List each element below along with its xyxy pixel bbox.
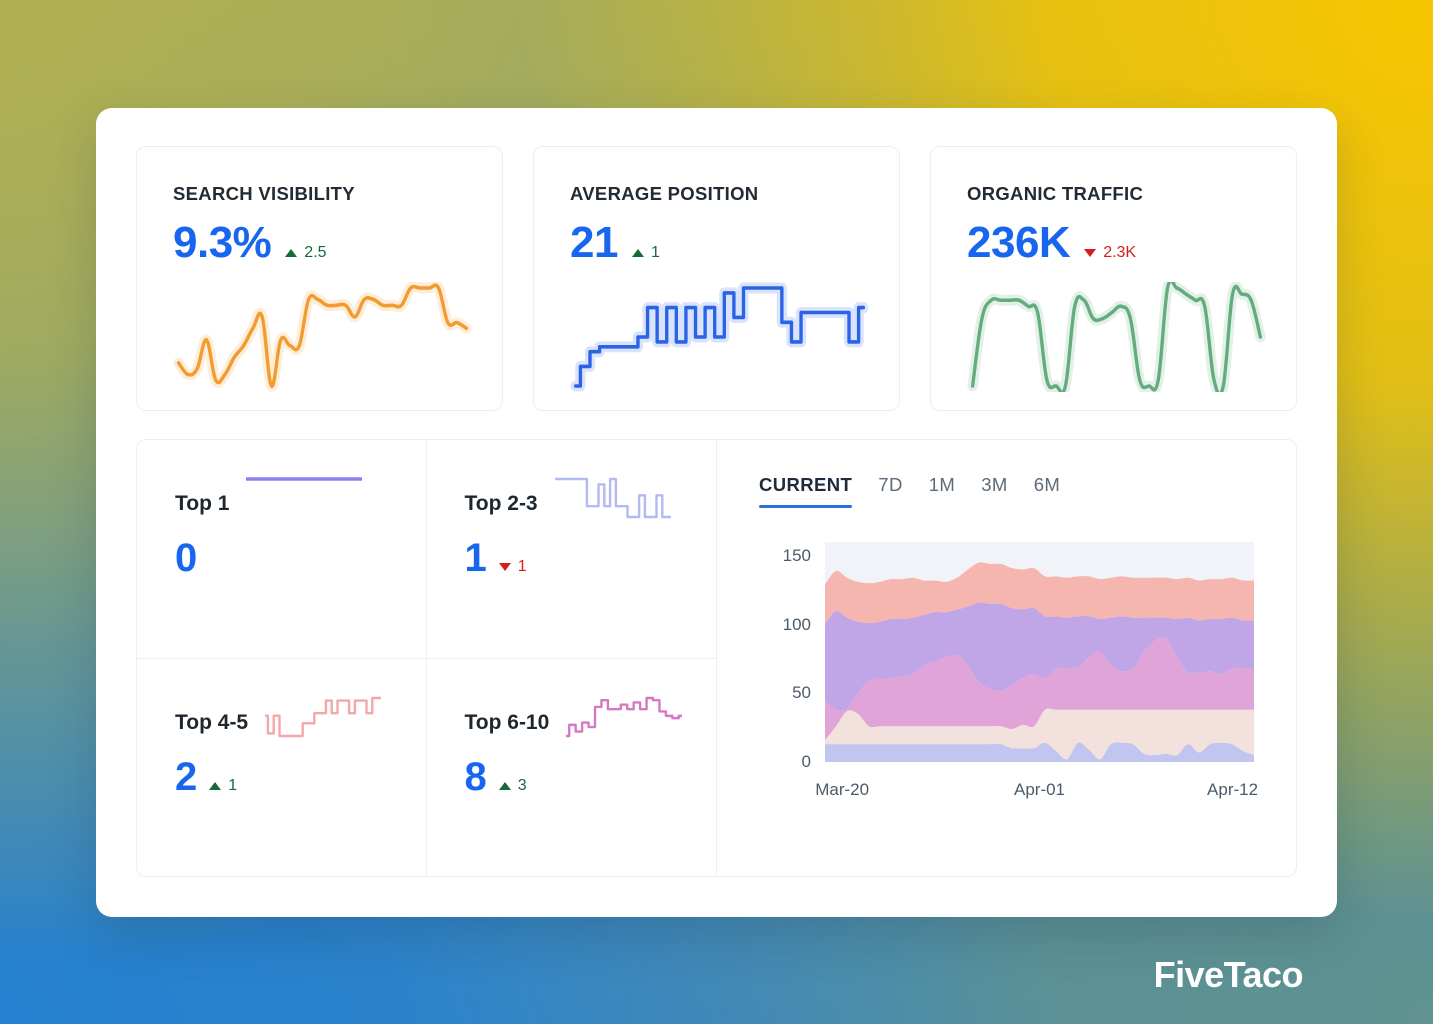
top-1-sparkline	[243, 476, 365, 520]
tab-6m[interactable]: 6M	[1034, 474, 1061, 508]
rank-distribution-grid: Top 1 0 Top 2-3 1 1 Top 4-5 2 1 Top 6-10…	[137, 440, 717, 876]
kpi-value: 9.3%	[173, 218, 272, 267]
rank-cell-top-2-3[interactable]: Top 2-3 1 1	[427, 440, 717, 658]
organic-traffic-sparkline	[967, 282, 1266, 392]
kpi-title: SEARCH VISIBILITY	[173, 183, 355, 204]
rank-delta: 1	[498, 558, 527, 576]
timeframe-tabs: CURRENT 7D 1M 3M 6M	[759, 474, 1254, 508]
y-tick-label: 50	[792, 683, 811, 703]
top-6-10-sparkline	[563, 695, 685, 739]
rank-value: 8	[464, 755, 487, 799]
triangle-down-icon	[498, 563, 511, 571]
y-tick-label: 150	[782, 545, 811, 565]
y-tick-label: 100	[782, 614, 811, 634]
kpi-delta-value: 2.5	[304, 244, 327, 261]
triangle-up-icon	[631, 249, 644, 257]
brand-logo: FiveTaco	[1153, 954, 1304, 995]
rank-header: Top 2-3	[464, 477, 717, 526]
tab-1m[interactable]: 1M	[929, 474, 956, 508]
tab-7d[interactable]: 7D	[878, 474, 902, 508]
rank-cell-top-4-5[interactable]: Top 4-5 2 1	[137, 658, 427, 876]
kpi-title: AVERAGE POSITION	[570, 183, 759, 204]
kpi-value-row: 9.3% 2.5	[173, 221, 466, 265]
kpi-delta-value: 1	[650, 244, 660, 261]
kpi-card-search-visibility[interactable]: SEARCH VISIBILITY 9.3% 2.5	[136, 146, 503, 411]
rank-delta: 3	[498, 777, 527, 795]
rank-delta: 1	[209, 777, 237, 795]
rank-label: Top 2-3	[464, 492, 538, 515]
kpi-value: 21	[570, 218, 618, 267]
y-tick-label: 0	[801, 752, 811, 771]
kpi-delta: 1	[631, 244, 660, 262]
top-4-5-sparkline	[262, 695, 384, 739]
x-axis: Mar-20 Apr-01 Apr-12	[815, 780, 1258, 804]
chart-section: CURRENT 7D 1M 3M 6M 0 50 100 150 Mar-20 Apr-01 Ap…	[717, 440, 1296, 876]
rank-cell-top-6-10[interactable]: Top 6-10 8 3	[426, 658, 717, 876]
x-tick-label: Mar-20	[815, 780, 870, 799]
triangle-up-icon	[285, 249, 298, 257]
kpi-delta-value: 2.3K	[1103, 244, 1137, 261]
triangle-down-icon	[1084, 249, 1097, 257]
rank-delta-value: 1	[517, 558, 527, 575]
stacked-area-chart[interactable]	[825, 542, 1254, 762]
rank-value: 1	[464, 536, 487, 580]
rank-value-row: 2 1	[175, 757, 426, 797]
kpi-value-row: 21 1	[570, 221, 863, 265]
tab-3m[interactable]: 3M	[981, 474, 1008, 508]
rank-value: 2	[175, 755, 198, 799]
rank-delta-value: 1	[228, 777, 238, 794]
rank-label: Top 4-5	[175, 711, 249, 734]
rank-header: Top 4-5	[175, 696, 426, 745]
rank-delta-value: 3	[517, 777, 527, 794]
rank-header: Top 1	[175, 477, 426, 526]
area-series-top-1	[825, 742, 1254, 762]
rank-header: Top 6-10	[464, 696, 717, 745]
kpi-title: ORGANIC TRAFFIC	[967, 183, 1144, 204]
plot-wrapper: 0 50 100 150	[759, 542, 1254, 771]
rank-value-row: 8 3	[465, 757, 717, 797]
x-tick-label: Apr-12	[1207, 780, 1259, 799]
kpi-value-row: 236K 2.3K	[967, 221, 1260, 265]
tab-current[interactable]: CURRENT	[759, 474, 853, 508]
kpi-delta: 2.5	[285, 244, 327, 262]
kpi-card-organic-traffic[interactable]: ORGANIC TRAFFIC 236K 2.3K	[930, 146, 1297, 411]
kpi-value: 236K	[967, 218, 1071, 267]
triangle-up-icon	[498, 782, 511, 790]
kpi-card-average-position[interactable]: AVERAGE POSITION 21 1	[533, 146, 900, 411]
rank-value: 0	[175, 536, 198, 580]
average-position-sparkline	[570, 282, 869, 392]
kpi-delta: 2.3K	[1084, 244, 1136, 262]
rank-label: Top 1	[175, 492, 230, 515]
top-2-3-sparkline	[552, 476, 674, 520]
y-axis: 0 50 100 150	[759, 542, 811, 771]
triangle-up-icon	[209, 782, 222, 790]
rank-label: Top 6-10	[464, 711, 550, 734]
rankings-and-chart-panel: Top 1 0 Top 2-3 1 1 Top 4-5 2 1 Top 6-10…	[136, 439, 1297, 877]
rank-value-row: 1 1	[465, 538, 717, 578]
search-visibility-sparkline	[173, 282, 472, 392]
kpi-row: SEARCH VISIBILITY 9.3% 2.5 AVERAGE POSIT…	[136, 146, 1297, 411]
dashboard-panel: SEARCH VISIBILITY 9.3% 2.5 AVERAGE POSIT…	[96, 108, 1337, 917]
x-tick-label: Apr-01	[1013, 780, 1066, 799]
rank-cell-top-1[interactable]: Top 1 0	[137, 440, 427, 658]
rank-value-row: 0	[175, 538, 426, 578]
